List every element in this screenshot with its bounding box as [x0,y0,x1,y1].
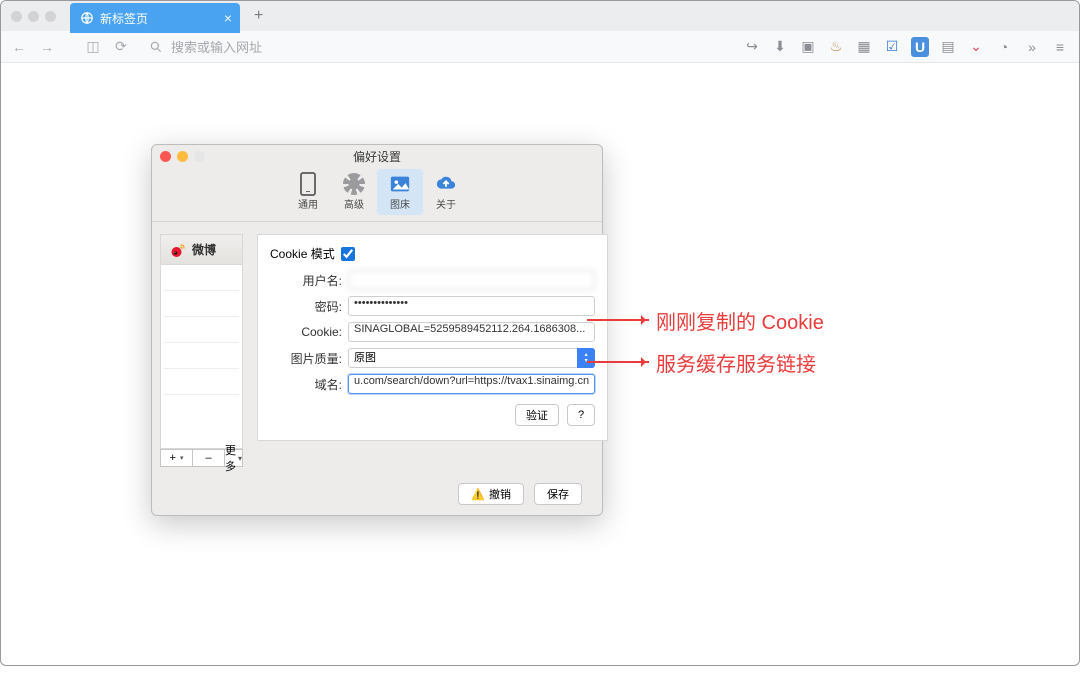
nav-bar: ← → ◫ ⟳ 搜索或输入网址 ↪ ⬇ ▣ ♨ ▦ ☑ U ▤ ⌄ ◔ » ≡ [1,31,1079,63]
password-field[interactable]: •••••••••••••• [348,296,595,316]
sidebar-item-weibo[interactable]: 微博 [161,235,242,265]
minimize-window-icon[interactable] [28,11,39,22]
quality-label: 图片质量: [270,350,342,367]
tab-title: 新标签页 [100,10,148,27]
undo-button[interactable]: ⚠️撤销 [458,483,524,505]
username-field[interactable] [348,270,595,290]
preferences-window: 偏好设置 通用 高级 图床 关于 [151,144,603,516]
domain-field[interactable]: u.com/search/down?url=https://tvax1.sina… [348,374,595,394]
cookie-label: Cookie: [270,325,342,339]
tab-bar: 新标签页 × + [1,1,1079,31]
imagebed-sidebar: 微博 + – 更多 [160,234,243,467]
sidebar-slot[interactable] [164,345,239,369]
settings-panel: Cookie 模式 用户名: 密码: •••••••••••••• Cookie… [257,234,608,441]
annotation-domain: 服务缓存服务链接 [656,348,816,377]
prefs-titlebar: 偏好设置 [152,145,602,167]
tab-imagebed[interactable]: 图床 [377,169,423,215]
globe-icon [80,11,94,25]
annotation-arrow [587,361,649,363]
prefs-minimize-icon[interactable] [177,151,188,162]
tab-close-icon[interactable]: × [224,10,232,26]
chevron-updown-icon [577,348,595,368]
sidebar-slot[interactable] [164,371,239,395]
cookie-mode-checkbox[interactable] [341,247,355,261]
username-label: 用户名: [270,272,342,289]
warning-icon: ⚠️ [471,488,485,501]
prefs-title: 偏好设置 [353,148,401,165]
phone-icon [300,172,316,196]
password-label: 密码: [270,298,342,315]
browser-tab[interactable]: 新标签页 × [70,3,240,33]
sidebar-slot[interactable] [164,293,239,317]
gear-icon [343,173,365,195]
cookie-mode-label: Cookie 模式 [270,245,335,262]
share-icon[interactable]: ↪ [743,38,761,55]
help-button[interactable]: ? [567,404,595,426]
verify-button[interactable]: 验证 [515,404,559,426]
download-icon[interactable]: ⬇ [771,38,789,55]
remove-host-button[interactable]: – [192,449,224,467]
cookie-field[interactable]: SINAGLOBAL=5259589452112.264.1686308... [348,322,595,342]
annotation-arrow [587,319,649,321]
tab-general[interactable]: 通用 [285,169,331,215]
maximize-window-icon[interactable] [45,11,56,22]
camera-icon[interactable]: ▣ [799,38,817,55]
ublock-icon[interactable]: U [911,37,929,57]
tab-advanced[interactable]: 高级 [331,169,377,215]
cloud-icon [435,173,457,195]
prefs-maximize-icon[interactable] [194,151,205,162]
url-input[interactable]: 搜索或输入网址 [141,37,731,56]
domain-label: 域名: [270,376,342,393]
search-icon [149,40,163,54]
toolbar-right-icons: ↪ ⬇ ▣ ♨ ▦ ☑ U ▤ ⌄ ◔ » ≡ [743,37,1069,57]
add-host-button[interactable]: + [160,449,192,467]
prefs-toolbar: 通用 高级 图床 关于 [152,167,602,222]
check-icon[interactable]: ☑ [883,38,901,55]
annotation-cookie: 刚刚复制的 Cookie [656,306,824,335]
sidebar-slot[interactable] [164,319,239,343]
sidebar-slot[interactable] [164,267,239,291]
prefs-close-icon[interactable] [160,151,171,162]
sidebar-slot[interactable] [164,397,239,421]
overflow-icon[interactable]: » [1023,39,1041,55]
reload-icon[interactable]: ⟳ [113,38,129,55]
shield-icon[interactable]: ◔ [995,39,1013,55]
close-window-icon[interactable] [11,11,22,22]
back-icon[interactable]: ← [11,39,27,55]
pocket-icon[interactable]: ⌄ [967,38,985,55]
new-tab-button[interactable]: + [248,7,269,25]
window-controls [11,11,56,22]
grid-icon[interactable]: ▦ [855,38,873,55]
tab-about[interactable]: 关于 [423,169,469,215]
url-placeholder: 搜索或输入网址 [171,37,262,56]
sidebar-toggle-icon[interactable]: ◫ [85,38,101,55]
menu-icon[interactable]: ≡ [1051,39,1069,55]
weibo-icon [170,242,186,258]
more-hosts-button[interactable]: 更多 [224,449,243,467]
save-button[interactable]: 保存 [534,483,582,505]
browser-window: 新标签页 × + ← → ◫ ⟳ 搜索或输入网址 ↪ ⬇ ▣ ♨ ▦ ☑ U ▤… [0,0,1080,666]
picture-icon [389,173,411,195]
forward-icon[interactable]: → [39,39,55,55]
quality-select[interactable]: 原图 [348,348,595,368]
note-icon[interactable]: ▤ [939,38,957,55]
prefs-footer: ⚠️撤销 保存 [152,475,602,515]
flame-icon[interactable]: ♨ [827,38,845,55]
